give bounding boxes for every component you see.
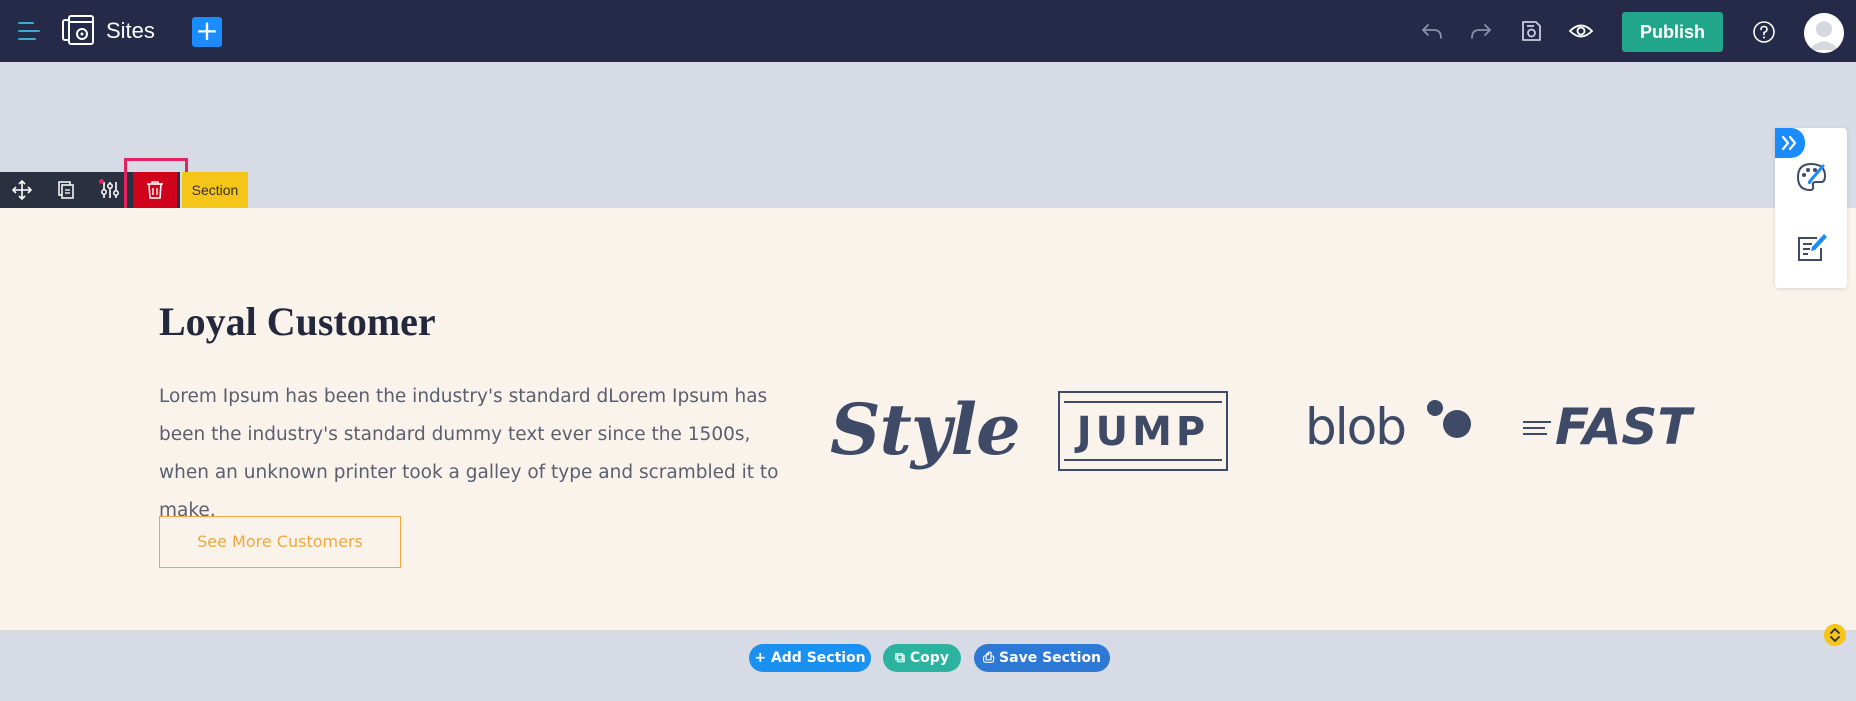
preview-eye-icon[interactable] bbox=[1568, 18, 1594, 44]
logo-blob: blob bbox=[1305, 398, 1471, 456]
copy-icon: ⧉ bbox=[895, 650, 910, 666]
move-icon bbox=[11, 179, 33, 201]
section-heading: Loyal Customer bbox=[159, 299, 436, 344]
copy-label: Copy bbox=[909, 650, 949, 666]
undo-icon[interactable] bbox=[1419, 18, 1445, 44]
add-section-button[interactable]: + Add Section bbox=[749, 644, 871, 672]
blob-dots-icon bbox=[1427, 400, 1471, 438]
section-label: Section bbox=[182, 172, 248, 208]
delete-section-button[interactable] bbox=[133, 172, 177, 208]
avatar[interactable] bbox=[1804, 13, 1844, 53]
fast-speed-lines-icon bbox=[1523, 421, 1551, 439]
trash-icon bbox=[147, 181, 163, 199]
save-icon[interactable] bbox=[1518, 18, 1544, 44]
duplicate-icon bbox=[58, 181, 74, 199]
see-more-customers-button[interactable]: See More Customers bbox=[159, 516, 401, 568]
logo-jump: JUMP bbox=[1058, 391, 1228, 471]
copy-section-button[interactable]: ⧉ Copy bbox=[883, 644, 961, 672]
help-icon[interactable] bbox=[1752, 20, 1776, 44]
save-section-button[interactable]: ⎙ Save Section bbox=[974, 644, 1110, 672]
logo-blob-text: blob bbox=[1305, 398, 1407, 456]
sites-logo-icon bbox=[62, 15, 94, 45]
palette-brush-icon[interactable] bbox=[1793, 160, 1829, 196]
section-body-text: Lorem Ipsum has been the industry's stan… bbox=[159, 386, 779, 521]
app-title: Sites bbox=[106, 18, 155, 43]
collapse-chevron-icon bbox=[1781, 135, 1797, 151]
top-bar: Sites + Publish bbox=[0, 0, 1856, 62]
section-settings-button[interactable] bbox=[88, 172, 132, 208]
user-avatar-icon bbox=[1804, 13, 1844, 53]
content-section[interactable]: Loyal Customer Lorem Ipsum has been the … bbox=[0, 208, 1856, 630]
settings-sliders-icon bbox=[99, 179, 119, 198]
edit-document-icon[interactable] bbox=[1793, 230, 1829, 266]
menu-icon[interactable] bbox=[18, 22, 44, 42]
logo-jump-text: JUMP bbox=[1064, 401, 1222, 461]
logo-style: Style bbox=[830, 388, 1021, 471]
resize-handle-icon[interactable] bbox=[1824, 624, 1846, 646]
redo-icon[interactable] bbox=[1468, 18, 1494, 44]
plus-icon: + bbox=[195, 14, 219, 47]
publish-button[interactable]: Publish bbox=[1622, 12, 1723, 52]
move-section-button[interactable] bbox=[0, 172, 44, 208]
add-button[interactable]: + bbox=[192, 17, 222, 47]
logo-fast: FAST bbox=[1555, 398, 1692, 456]
save-section-label: Save Section bbox=[999, 650, 1102, 666]
duplicate-section-button[interactable] bbox=[44, 172, 88, 208]
save-section-icon: ⎙ bbox=[982, 650, 1000, 666]
collapse-panel-button[interactable] bbox=[1775, 128, 1805, 158]
section-toolbar bbox=[0, 172, 180, 208]
